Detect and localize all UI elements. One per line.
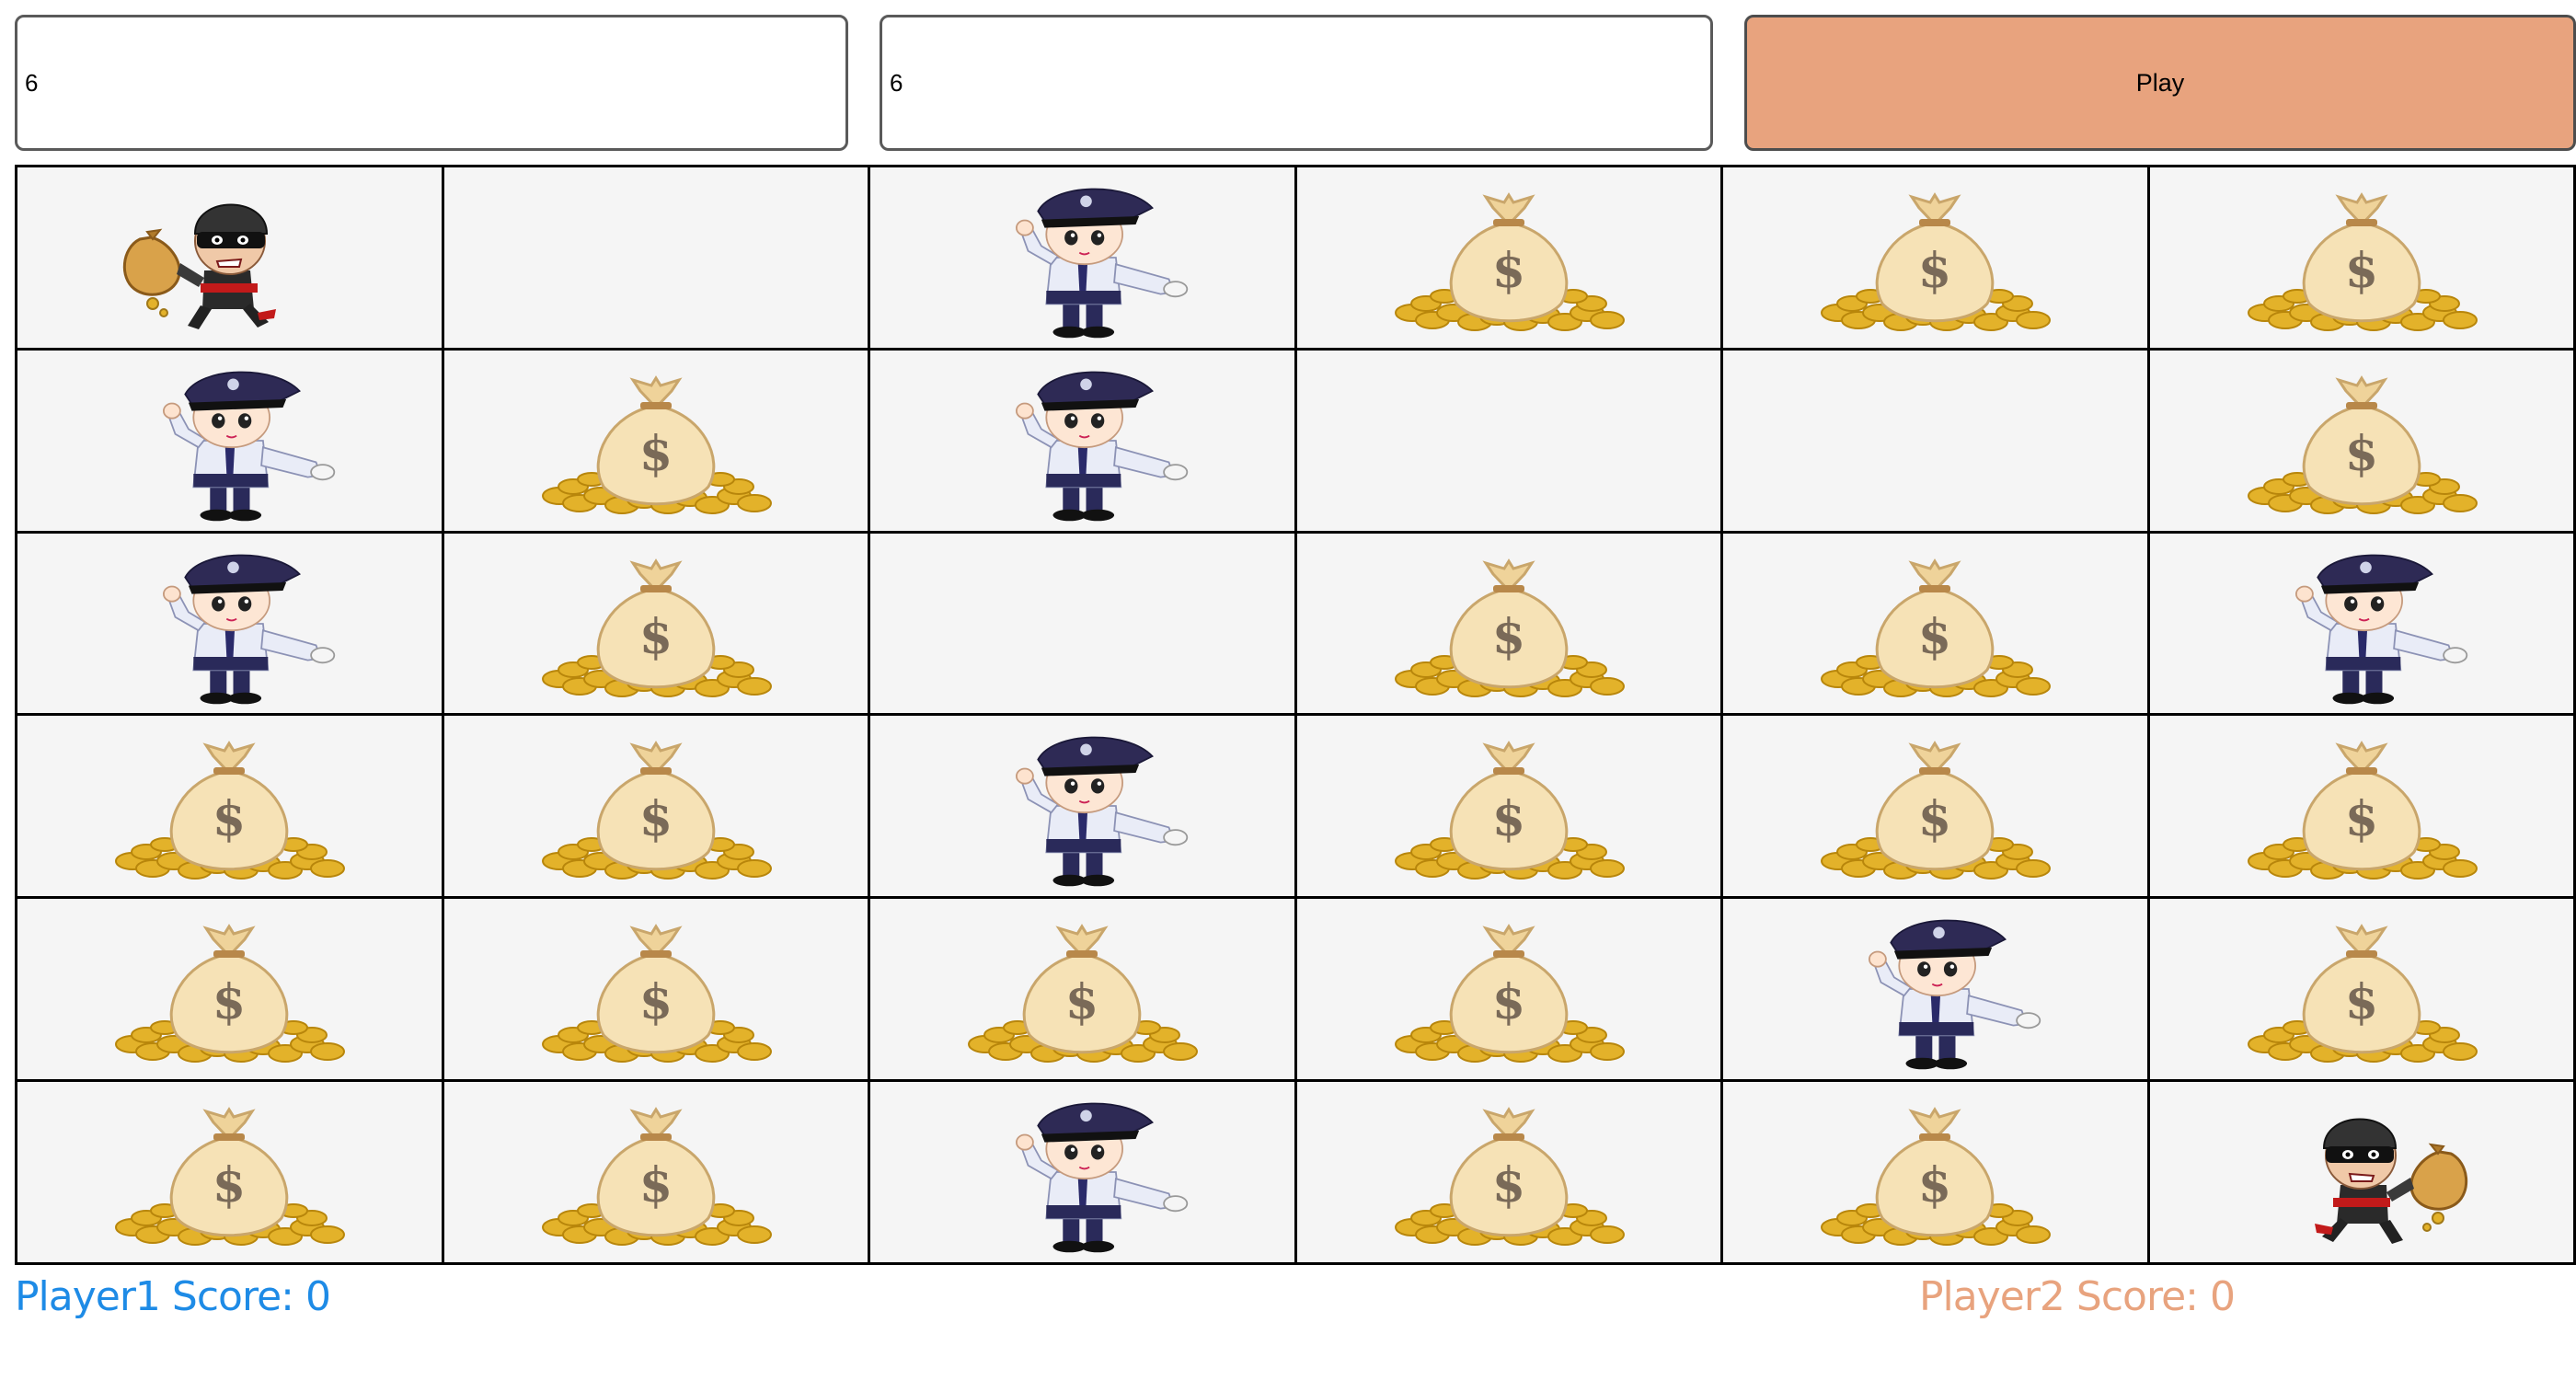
board-cell[interactable] — [443, 533, 870, 717]
board-cell[interactable] — [2149, 167, 2576, 351]
board-cell[interactable] — [870, 533, 1297, 717]
board-cell[interactable] — [1296, 899, 1723, 1083]
board-cell[interactable] — [870, 899, 1297, 1083]
board-cell[interactable] — [2149, 716, 2576, 900]
board-cell[interactable] — [1296, 716, 1723, 900]
board-cell[interactable] — [1296, 533, 1723, 717]
money-bag-icon — [2228, 175, 2495, 340]
board-cell[interactable] — [1723, 350, 2150, 534]
board-cell[interactable] — [870, 1082, 1297, 1265]
board-cell[interactable] — [17, 899, 444, 1083]
game-board — [15, 165, 2576, 1265]
board-cell[interactable] — [1723, 1082, 2150, 1265]
board-cell[interactable] — [443, 350, 870, 534]
money-bag-icon — [949, 906, 1215, 1072]
money-bag-icon — [523, 358, 789, 523]
board-cell[interactable] — [1723, 716, 2150, 900]
board-cell[interactable] — [17, 1082, 444, 1265]
game-page: Play Player1 Score: 0 Player2 Score: 0 — [0, 0, 2576, 1380]
rows-input-wrapper — [15, 15, 848, 151]
board-cell[interactable] — [1296, 1082, 1723, 1265]
control-bar: Play — [15, 15, 2576, 151]
board-cell[interactable] — [1723, 167, 2150, 351]
player1-score: Player1 Score: 0 — [15, 1270, 331, 1325]
money-bag-icon — [96, 906, 362, 1072]
board-cell[interactable] — [2149, 899, 2576, 1083]
rows-input[interactable] — [17, 17, 845, 148]
police-officer-icon — [949, 723, 1215, 889]
money-bag-icon — [1375, 906, 1642, 1072]
board-cell[interactable] — [17, 350, 444, 534]
board-cell[interactable] — [870, 167, 1297, 351]
money-bag-icon — [1375, 1089, 1642, 1255]
police-officer-icon — [96, 541, 362, 707]
money-bag-icon — [2228, 723, 2495, 889]
player1-score-value: 0 — [305, 1273, 331, 1320]
money-bag-icon — [2228, 358, 2495, 523]
money-bag-icon — [1375, 175, 1642, 340]
thief-icon — [2228, 1089, 2495, 1255]
money-bag-icon — [96, 1089, 362, 1255]
money-bag-icon — [523, 723, 789, 889]
player2-score-label: Player2 Score: — [1919, 1273, 2199, 1320]
money-bag-icon — [1801, 723, 2068, 889]
play-button[interactable]: Play — [1744, 15, 2576, 151]
police-officer-icon — [1801, 906, 2068, 1072]
columns-input-wrapper — [880, 15, 1713, 151]
board-cell[interactable] — [1296, 350, 1723, 534]
money-bag-icon — [2228, 906, 2495, 1072]
money-bag-icon — [1375, 723, 1642, 889]
board-cell[interactable] — [1723, 899, 2150, 1083]
board-cell[interactable] — [17, 167, 444, 351]
board-cell[interactable] — [1296, 167, 1723, 351]
board-cell[interactable] — [870, 350, 1297, 534]
police-officer-icon — [2228, 541, 2495, 707]
police-officer-icon — [949, 1089, 1215, 1255]
money-bag-icon — [523, 541, 789, 707]
police-officer-icon — [949, 175, 1215, 340]
board-cell[interactable] — [1723, 533, 2150, 717]
board-cell[interactable] — [2149, 533, 2576, 717]
money-bag-icon — [1801, 1089, 2068, 1255]
money-bag-icon — [1801, 541, 2068, 707]
police-officer-icon — [949, 358, 1215, 523]
player2-score: Player2 Score: 0 — [1919, 1270, 2236, 1325]
columns-input[interactable] — [882, 17, 1710, 148]
money-bag-icon — [523, 906, 789, 1072]
board-cell[interactable] — [2149, 1082, 2576, 1265]
player2-score-value: 0 — [2209, 1273, 2236, 1320]
board-cell[interactable] — [443, 716, 870, 900]
police-officer-icon — [96, 358, 362, 523]
player1-score-label: Player1 Score: — [15, 1273, 294, 1320]
board-cell[interactable] — [443, 899, 870, 1083]
board-cell[interactable] — [870, 716, 1297, 900]
money-bag-icon — [1375, 541, 1642, 707]
board-cell[interactable] — [17, 716, 444, 900]
board-cell[interactable] — [443, 167, 870, 351]
money-bag-icon — [96, 723, 362, 889]
money-bag-icon — [1801, 175, 2068, 340]
board-cell[interactable] — [2149, 350, 2576, 534]
money-bag-icon — [523, 1089, 789, 1255]
board-cell[interactable] — [17, 533, 444, 717]
thief-icon — [96, 175, 362, 340]
board-cell[interactable] — [443, 1082, 870, 1265]
